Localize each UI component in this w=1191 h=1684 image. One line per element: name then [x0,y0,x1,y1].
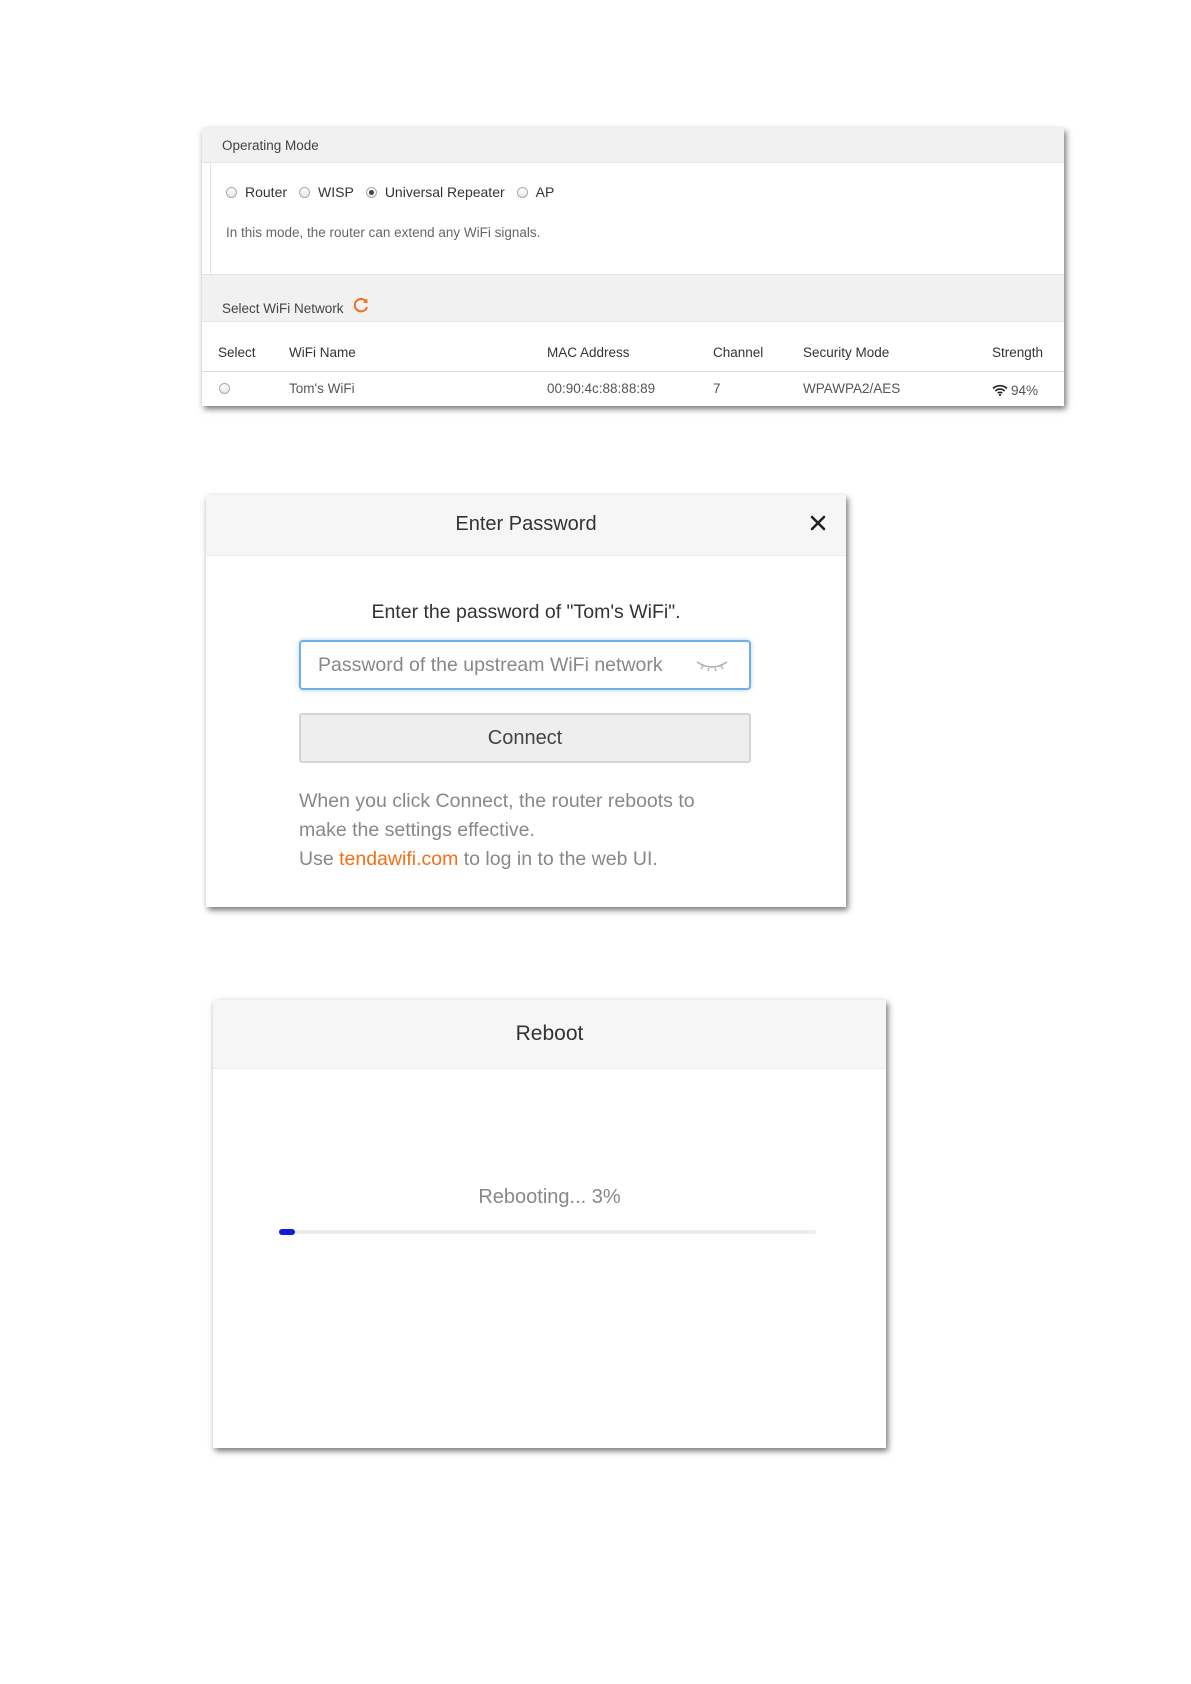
operating-mode-panel: Operating Mode Router WISP Universal Rep… [202,128,1064,406]
table-row[interactable]: Tom's WiFi 00:90:4c:88:88:89 7 WPAWPA2/A… [202,372,1064,406]
mode-router-label: Router [245,184,288,200]
select-wifi-title: Select WiFi Network [222,301,344,316]
note-tail: to log in to the web UI. [463,848,658,870]
tendawifi-link[interactable]: tendawifi.com [339,848,458,870]
note-line-2: make the settings effective. [299,819,535,841]
mode-universal-repeater[interactable]: Universal Repeater [365,184,505,200]
dialog-title: Enter Password [455,513,597,535]
col-strength: Strength [992,345,1044,360]
operating-mode-header: Operating Mode [202,128,1064,163]
col-wifi-name: WiFi Name [289,345,356,360]
mode-radio-group: Router WISP Universal Repeater AP [226,184,566,200]
mode-universal-repeater-label: Universal Repeater [384,184,505,200]
close-icon[interactable] [806,511,830,535]
connect-note: When you click Connect, the router reboo… [299,787,769,874]
eye-closed-icon[interactable] [694,657,730,673]
row-strength-value: 94% [1011,383,1039,398]
select-wifi-header: Select WiFi Network [202,274,1064,322]
password-input[interactable] [299,640,751,690]
mode-ap[interactable]: AP [516,184,555,200]
row-wifi-name: Tom's WiFi [289,381,355,396]
password-prompt: Enter the password of "Tom's WiFi". [371,601,681,623]
note-line-3: Use tendawifi.com to log in to the web U… [299,845,769,874]
radio-router[interactable] [226,186,237,198]
note-line-1: When you click Connect, the router reboo… [299,790,695,812]
enter-password-dialog: Enter Password Enter the password of "To… [206,495,846,907]
radio-ap[interactable] [516,186,528,198]
reboot-progress-track [279,1229,816,1235]
connect-button[interactable]: Connect [299,713,751,763]
col-mac-address: MAC Address [547,345,630,360]
mode-wisp[interactable]: WISP [299,184,354,200]
col-select: Select [218,345,256,360]
dialog-header: Enter Password [206,495,846,556]
radio-universal-repeater[interactable] [365,186,377,198]
table-header: Select WiFi Name MAC Address Channel Sec… [202,321,1064,372]
reboot-title: Reboot [515,1022,584,1045]
refresh-icon[interactable] [352,296,370,314]
note-use: Use [299,848,334,870]
col-security-mode: Security Mode [803,345,890,360]
mode-description: In this mode, the router can extend any … [226,225,541,240]
reboot-status: Rebooting... 3% [478,1186,621,1208]
divider [210,162,211,274]
mode-wisp-label: WISP [318,184,354,200]
reboot-progress-fill [279,1229,296,1235]
reboot-dialog: Reboot Rebooting... 3% [213,1000,886,1448]
reboot-header: Reboot [213,1000,886,1069]
wifi-signal-icon [992,384,1008,396]
radio-wisp[interactable] [299,186,311,198]
operating-mode-title: Operating Mode [222,138,319,153]
row-mac-address: 00:90:4c:88:88:89 [547,381,656,396]
col-channel: Channel [713,345,764,360]
row-strength: 94% [992,383,1038,398]
row-select-radio[interactable] [219,383,230,394]
row-channel: 7 [713,381,721,396]
mode-ap-label: AP [535,184,555,200]
row-security-mode: WPAWPA2/AES [803,381,901,396]
mode-router[interactable]: Router [226,184,287,200]
